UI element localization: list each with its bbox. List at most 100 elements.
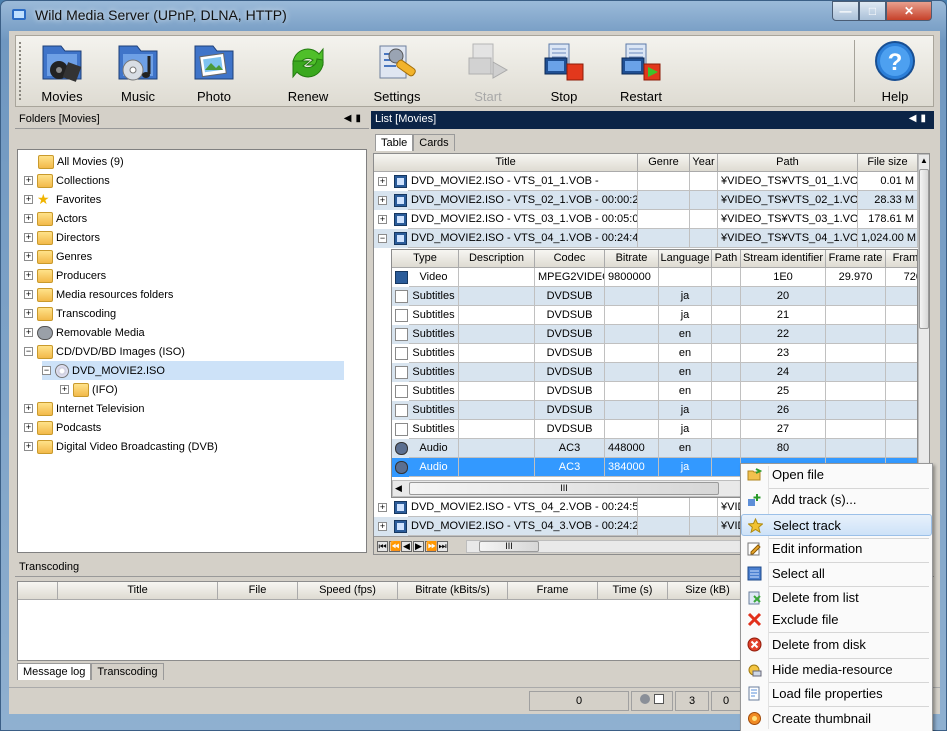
tree-item-favorites[interactable]: + ★ Favorites: [24, 190, 101, 209]
expand-icon[interactable]: +: [24, 328, 33, 337]
sub-col-description[interactable]: Description: [459, 250, 535, 268]
expand-icon[interactable]: +: [378, 522, 387, 531]
next-page-icon[interactable]: ⏩: [425, 541, 437, 552]
sub-col-path[interactable]: Path: [712, 250, 741, 268]
col-year[interactable]: Year: [690, 154, 718, 172]
help-button[interactable]: ? Help: [868, 36, 922, 106]
track-row[interactable]: Subtitles DVDSUB ja 26: [392, 401, 917, 420]
tree-item-removable-media[interactable]: + Removable Media: [24, 323, 145, 342]
track-row[interactable]: Subtitles DVDSUB ja 27: [392, 420, 917, 439]
tree-item-directors[interactable]: + Directors: [24, 228, 100, 247]
hscroll-thumb[interactable]: III: [479, 541, 539, 552]
expand-icon[interactable]: +: [24, 309, 33, 318]
expand-icon[interactable]: +: [24, 290, 33, 299]
table-hscrollbar[interactable]: III: [466, 540, 756, 553]
vscroll-thumb[interactable]: [919, 169, 929, 329]
music-button[interactable]: Music: [112, 36, 164, 106]
expand-icon[interactable]: +: [24, 442, 33, 451]
expand-icon[interactable]: +: [24, 195, 33, 204]
stop-button[interactable]: Stop: [538, 36, 590, 106]
menu-select-all[interactable]: Select all: [741, 563, 932, 585]
last-icon[interactable]: ⏭: [437, 541, 448, 552]
close-button[interactable]: ✕: [886, 1, 932, 21]
menu-open-file[interactable]: Open file: [741, 464, 932, 486]
sub-col-type[interactable]: Type: [392, 250, 459, 268]
sub-col-stream-id[interactable]: Stream identifier: [741, 250, 826, 268]
tree-item-iso-images[interactable]: − CD/DVD/BD Images (ISO): [24, 342, 185, 361]
title-bar[interactable]: Wild Media Server (UPnP, DLNA, HTTP) — □…: [1, 1, 946, 29]
expand-icon[interactable]: +: [24, 233, 33, 242]
tree-item-internet-tv[interactable]: + Internet Television: [24, 399, 144, 418]
sub-col-codec[interactable]: Codec: [535, 250, 605, 268]
expand-icon[interactable]: +: [378, 196, 387, 205]
restart-button[interactable]: Restart: [612, 36, 670, 106]
expand-icon[interactable]: +: [378, 503, 387, 512]
menu-delete-from-disk[interactable]: Delete from disk: [741, 634, 932, 656]
tree-item-producers[interactable]: + Producers: [24, 266, 106, 285]
scroll-up-icon[interactable]: ▲: [920, 156, 928, 165]
col-t-title[interactable]: Title: [58, 582, 218, 600]
col-title[interactable]: Title: [374, 154, 638, 172]
col-index[interactable]: [18, 582, 58, 600]
track-row[interactable]: Subtitles DVDSUB ja 20: [392, 287, 917, 306]
tree-item-media-resources[interactable]: + Media resources folders: [24, 285, 173, 304]
tree-item-dvb[interactable]: + Digital Video Broadcasting (DVB): [24, 437, 218, 456]
checkbox-icon[interactable]: [654, 694, 664, 704]
next-icon[interactable]: ▶: [413, 541, 424, 552]
col-t-frame[interactable]: Frame: [508, 582, 598, 600]
settings-button[interactable]: Settings: [366, 36, 428, 106]
collapse-icon[interactable]: −: [42, 366, 51, 375]
photo-button[interactable]: Photo: [188, 36, 240, 106]
maximize-button[interactable]: □: [859, 1, 886, 21]
track-row[interactable]: Audio AC3 448000 en 80: [392, 439, 917, 458]
menu-delete-from-list[interactable]: Delete from list: [741, 587, 932, 609]
expand-icon[interactable]: +: [24, 252, 33, 261]
sub-col-frame[interactable]: Fram: [886, 250, 917, 268]
scroll-thumb[interactable]: III: [409, 482, 719, 495]
expand-icon[interactable]: +: [24, 404, 33, 413]
movies-button[interactable]: Movies: [36, 36, 88, 106]
tree-item-actors[interactable]: + Actors: [24, 209, 87, 228]
expand-icon[interactable]: +: [60, 385, 69, 394]
expand-icon[interactable]: +: [24, 214, 33, 223]
tab-table[interactable]: Table: [375, 134, 414, 151]
first-icon[interactable]: ⏮: [377, 541, 388, 552]
toolbar-grip[interactable]: [19, 42, 23, 100]
tree-item-transcoding[interactable]: + Transcoding: [24, 304, 116, 323]
table-row[interactable]: + DVD_MOVIE2.ISO - VTS_02_1.VOB - 00:00:2…: [374, 191, 918, 210]
tree-item-dvd-movie2[interactable]: − DVD_MOVIE2.ISO: [42, 361, 344, 380]
table-row[interactable]: − DVD_MOVIE2.ISO - VTS_04_1.VOB - 00:24:4…: [374, 229, 918, 248]
col-t-time[interactable]: Time (s): [598, 582, 668, 600]
menu-hide-media-resource[interactable]: Hide media-resource: [741, 659, 932, 681]
menu-create-thumbnail[interactable]: Create thumbnail: [741, 708, 932, 730]
tree-item-collections[interactable]: + Collections: [24, 171, 110, 190]
expand-icon[interactable]: +: [24, 176, 33, 185]
tab-message-log[interactable]: Message log: [17, 663, 92, 680]
collapse-icon[interactable]: −: [378, 234, 387, 243]
tree-item-genres[interactable]: + Genres: [24, 247, 92, 266]
track-row[interactable]: Video MPEG2VIDEO9800000 1E029.970720: [392, 268, 917, 287]
track-row[interactable]: Subtitles DVDSUB en 25: [392, 382, 917, 401]
menu-exclude-file[interactable]: Exclude file: [741, 609, 932, 631]
track-row[interactable]: Subtitles DVDSUB en 23: [392, 344, 917, 363]
expand-icon[interactable]: +: [24, 423, 33, 432]
col-file-size[interactable]: File size: [858, 154, 918, 172]
renew-button[interactable]: Renew: [278, 36, 338, 106]
prev-icon[interactable]: ◀: [401, 541, 412, 552]
minimize-button[interactable]: —: [832, 1, 859, 21]
start-button[interactable]: Start: [462, 36, 514, 106]
expand-icon[interactable]: +: [378, 177, 387, 186]
menu-select-track[interactable]: Select track: [741, 514, 932, 536]
col-t-size[interactable]: Size (kB): [668, 582, 748, 600]
sub-col-bitrate[interactable]: Bitrate: [605, 250, 659, 268]
col-path[interactable]: Path: [718, 154, 858, 172]
menu-load-file-properties[interactable]: Load file properties: [741, 683, 932, 705]
menu-edit-information[interactable]: Edit information: [741, 538, 932, 560]
pin-icon[interactable]: ◀▮: [909, 113, 930, 127]
track-row[interactable]: Subtitles DVDSUB en 24: [392, 363, 917, 382]
tree-item-all-movies[interactable]: All Movies (9): [38, 152, 124, 171]
tree-item-podcasts[interactable]: + Podcasts: [24, 418, 101, 437]
track-row[interactable]: Subtitles DVDSUB en 22: [392, 325, 917, 344]
pin-icon[interactable]: ◀▮: [344, 113, 365, 126]
scroll-left-icon[interactable]: ◀: [395, 483, 402, 494]
